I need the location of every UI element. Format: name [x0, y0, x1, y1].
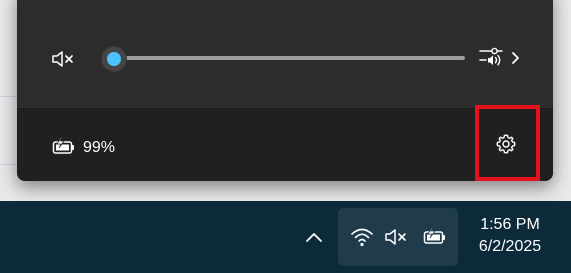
- wifi-icon: [350, 226, 374, 248]
- taskbar-clock[interactable]: 1:56 PM 6/2/2025: [462, 214, 558, 258]
- quick-settings-flyout: 99%: [17, 0, 553, 181]
- chevron-up-icon: [306, 233, 322, 242]
- battery-charging-icon: [52, 136, 76, 158]
- quick-settings-main-panel: [17, 0, 553, 108]
- battery-charging-icon: [422, 226, 448, 248]
- chevron-right-icon: [512, 52, 519, 64]
- volume-slider-track[interactable]: [107, 56, 465, 60]
- volume-slider-thumb-dot: [107, 52, 121, 66]
- speaker-muted-icon: [384, 226, 410, 248]
- battery-percent-label: 99%: [83, 139, 116, 156]
- show-hidden-icons-button[interactable]: [300, 224, 328, 252]
- settings-button[interactable]: [475, 105, 540, 181]
- volume-slider-thumb[interactable]: [101, 46, 127, 72]
- audio-output-select-button[interactable]: [477, 46, 525, 70]
- desktop-divider: [0, 164, 18, 165]
- clock-time: 1:56 PM: [480, 216, 540, 233]
- speaker-muted-icon[interactable]: [51, 48, 77, 70]
- desktop-divider: [0, 96, 18, 97]
- system-tray-quick-settings-button[interactable]: [338, 208, 458, 266]
- audio-output-select-icon: [479, 47, 519, 66]
- gear-icon: [495, 133, 517, 155]
- clock-date: 6/2/2025: [478, 238, 542, 255]
